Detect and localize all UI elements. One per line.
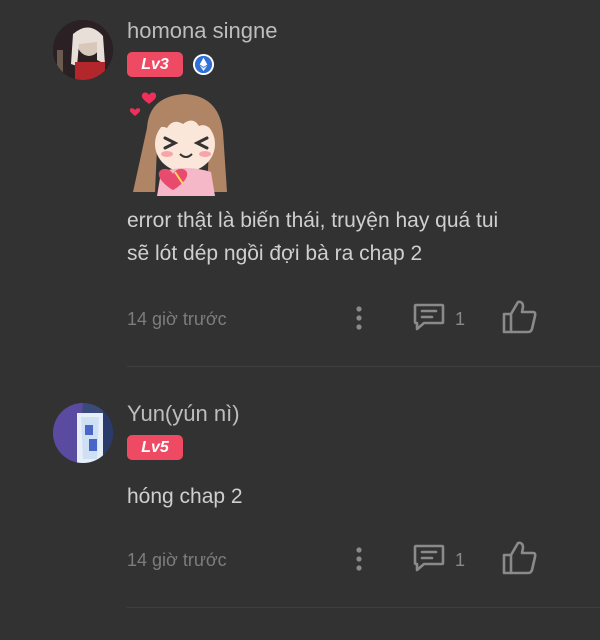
reply-icon[interactable] [412, 543, 446, 573]
comment-text: hóng chap 2 [127, 480, 567, 513]
user-avatar[interactable] [53, 403, 113, 463]
level-badge: Lv5 [127, 435, 183, 460]
username[interactable]: Yun(yún nì) [127, 401, 240, 427]
divider [127, 607, 600, 608]
timestamp: 14 giờ trước [127, 550, 227, 570]
comment-text-line: hóng chap 2 [127, 485, 243, 508]
reply-count[interactable]: 1 [455, 550, 465, 571]
comment-item: Yun(yún nì) Lv5 hóng chap 2 14 giờ trước… [0, 0, 600, 640]
avatar-image [53, 403, 113, 463]
like-icon[interactable] [501, 540, 538, 575]
more-options-icon[interactable] [352, 546, 366, 572]
